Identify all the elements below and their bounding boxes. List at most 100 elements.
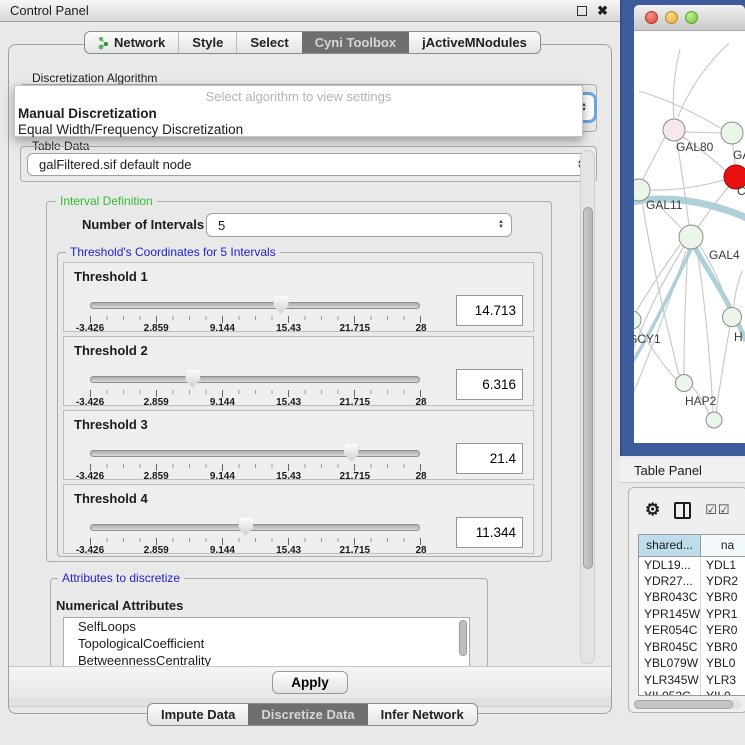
slider-thumb[interactable] [238,518,253,536]
float-window-icon[interactable] [577,6,587,16]
network-edge[interactable] [678,43,729,117]
tab-select[interactable]: Select [236,32,301,53]
network-window-titlebar[interactable] [634,5,745,31]
slider-thumb[interactable] [274,296,289,314]
minimize-traffic-light-icon[interactable] [665,11,678,24]
table-cell[interactable]: YDL1 [701,556,745,573]
slider-track[interactable] [90,450,420,457]
table-row[interactable]: YLR345WYLR3 [639,672,745,689]
network-edge[interactable] [673,49,680,119]
table-cell[interactable]: YBR043C [639,589,701,606]
table-hscrollbar-thumb[interactable] [634,700,733,709]
network-edge[interactable] [650,180,724,190]
table-cell[interactable]: YDL19... [639,556,701,573]
table-cell[interactable]: YLR345W [639,672,701,689]
attributes-scrollbar[interactable] [459,620,467,656]
zoom-traffic-light-icon[interactable] [685,11,698,24]
network-edge[interactable] [643,137,665,179]
tab-impute-data[interactable]: Impute Data [148,704,248,725]
table-cell[interactable]: YBR0 [701,589,745,606]
table-cell[interactable]: YIL0 [701,688,745,696]
tab-style[interactable]: Style [178,32,236,53]
slider-track[interactable] [90,524,420,531]
tick-label: 9.144 [210,471,235,482]
numerical-attributes-list[interactable]: SelfLoopsTopologicalCoefficientBetweenne… [63,617,470,667]
threshold-value-input[interactable] [456,517,523,548]
attribute-list-item[interactable]: TopologicalCoefficient [64,635,469,652]
apply-button[interactable]: Apply [272,671,348,694]
tab-jactivemnodules[interactable]: jActiveMNodules [409,32,540,53]
table-row[interactable]: YBR043CYBR0 [639,589,745,606]
table-cell[interactable]: YBR0 [701,639,745,656]
close-traffic-light-icon[interactable] [645,11,658,24]
table-row[interactable]: YBL079WYBL0 [639,655,745,672]
number-of-intervals-combobox[interactable]: 5 ▲▼ [206,213,512,237]
columns-icon[interactable] [674,502,691,519]
threshold-slider[interactable]: -3.4262.8599.14415.4321.71528 [90,521,421,553]
table-row[interactable]: YIL052CYIL0 [639,688,745,696]
attribute-list-item[interactable]: BetweennessCentrality [64,652,469,667]
table-row[interactable]: YPR145WYPR1 [639,606,745,623]
table-cell[interactable]: YPR1 [701,606,745,623]
slider-track[interactable] [90,376,420,383]
slider-thumb[interactable] [185,370,200,388]
network-canvas[interactable]: GAL80GACGAL11GAL4HGCY1HAP2 [634,31,745,443]
network-edge[interactable] [716,326,730,412]
slider-thumb[interactable] [344,444,359,462]
attribute-list-item[interactable]: SelfLoops [64,618,469,635]
network-node[interactable] [706,412,722,428]
network-heavy-edge[interactable] [634,247,692,366]
network-node[interactable] [723,308,742,327]
threshold-value-input[interactable] [456,369,523,400]
network-node[interactable] [721,122,743,144]
tab-discretize-data[interactable]: Discretize Data [248,704,367,725]
algorithm-option[interactable]: Manual Discretization [15,106,582,122]
table-cell[interactable]: YPR145W [639,606,701,623]
tab-label: Style [192,35,223,50]
slider-track[interactable] [90,302,420,309]
tick-label: 9.144 [210,545,235,556]
table-cell[interactable]: YDR2 [701,573,745,590]
table-column-header[interactable]: na [701,535,745,556]
network-node[interactable] [679,225,703,249]
threshold-panel: Threshold 2-3.4262.8599.14415.4321.71528 [63,336,534,406]
table-cell[interactable]: YBL079W [639,655,701,672]
table-cell[interactable]: YBR045C [639,639,701,656]
tab-label: Cyni Toolbox [315,35,396,50]
tick-label: 28 [415,471,426,482]
table-row[interactable]: YDR27...YDR2 [639,573,745,590]
table-cell[interactable]: YIL052C [639,688,701,696]
table-row[interactable]: YER054CYER0 [639,622,745,639]
table-cell[interactable]: YER054C [639,622,701,639]
network-edge[interactable] [684,132,721,133]
network-node[interactable] [634,311,641,329]
tab-infer-network[interactable]: Infer Network [368,704,477,725]
table-row[interactable]: YBR045CYBR0 [639,639,745,656]
network-edge[interactable] [684,249,688,374]
threshold-value-input[interactable] [456,295,523,326]
table-cell[interactable]: YBL0 [701,655,745,672]
checkbox-icons[interactable]: ☑☑ [705,502,730,518]
network-edge[interactable] [734,271,742,308]
tab-network[interactable]: Network [85,32,178,53]
close-icon[interactable]: ✖ [597,3,608,19]
node-table[interactable]: shared...na YDL19...YDL1YDR27...YDR2YBR0… [638,534,745,696]
table-cell[interactable]: YER0 [701,622,745,639]
table-cell[interactable]: YLR3 [701,672,745,689]
table-cell[interactable]: YDR27... [639,573,701,590]
tab-cyni-toolbox[interactable]: Cyni Toolbox [302,32,409,53]
table-hscrollbar[interactable] [634,700,742,709]
table-row[interactable]: YDL19...YDL1 [639,556,745,573]
threshold-slider[interactable]: -3.4262.8599.14415.4321.71528 [90,447,421,479]
threshold-slider[interactable]: -3.4262.8599.14415.4321.71528 [90,373,421,405]
gear-icon[interactable]: ⚙ [645,500,660,520]
threshold-slider[interactable]: -3.4262.8599.14415.4321.71528 [90,299,421,331]
algorithm-option[interactable]: Equal Width/Frequency Discretization [15,122,582,138]
table-data-combobox[interactable]: galFiltered.sif default node ▲▼ [27,153,591,176]
threshold-value-input[interactable] [456,443,523,474]
panel-scrollbar-thumb[interactable] [583,207,593,569]
network-node[interactable] [676,375,693,392]
table-column-header[interactable]: shared... [639,535,701,556]
network-node[interactable] [663,119,685,141]
network-edge[interactable] [636,245,680,312]
